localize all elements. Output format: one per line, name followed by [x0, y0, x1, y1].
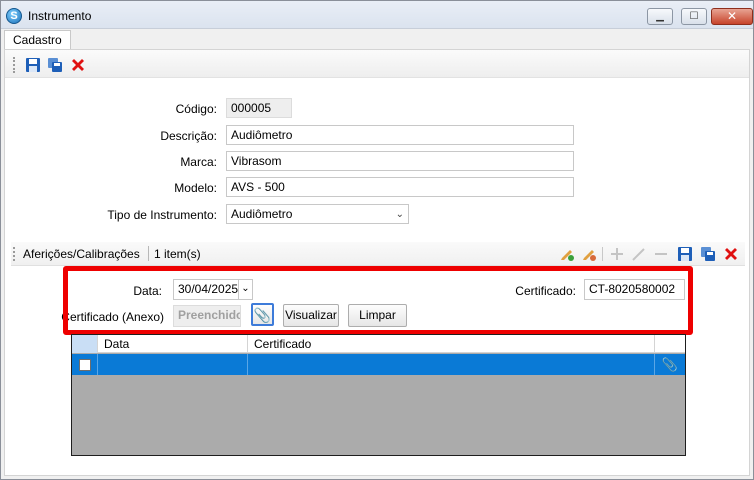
title-bar[interactable]: S Instrumento ▁ ☐ ✕ — [1, 1, 753, 29]
chevron-down-icon: ⌄ — [395, 209, 404, 220]
delete-icon[interactable] — [70, 57, 86, 73]
edit-icon[interactable] — [581, 246, 597, 262]
tab-strip: Cadastro — [1, 29, 753, 50]
tab-cadastro[interactable]: Cadastro — [4, 30, 71, 50]
tipo-instrumento-label: Tipo de Instrumento: — [107, 208, 217, 222]
modelo-field[interactable]: AVS - 500 — [226, 177, 574, 197]
tipo-instrumento-select[interactable]: Audiômetro ⌄ — [226, 204, 409, 224]
section-save-icon[interactable] — [677, 246, 693, 262]
descricao-label: Descrição: — [160, 129, 217, 143]
codigo-field: 000005 — [226, 98, 292, 118]
calibracoes-grid[interactable]: Data Certificado 📎 — [71, 334, 686, 456]
save-copy-icon[interactable] — [47, 57, 63, 73]
column-header-data[interactable]: Data — [98, 335, 248, 353]
window-title: Instrumento — [28, 9, 92, 23]
item-count: 1 item(s) — [154, 247, 201, 261]
main-toolbar — [5, 50, 749, 78]
minimize-button[interactable]: ▁ — [647, 8, 673, 25]
codigo-label: Código: — [175, 102, 217, 116]
highlight-box — [63, 266, 693, 335]
toolbar-grip — [13, 57, 16, 73]
instrumento-window: S Instrumento ▁ ☐ ✕ Cadastro Código: 000… — [0, 0, 754, 480]
remove-icon[interactable] — [653, 246, 669, 262]
tipo-instrumento-value: Audiômetro — [231, 207, 293, 221]
minimize-icon: ▁ — [656, 11, 664, 22]
maximize-button[interactable]: ☐ — [681, 8, 707, 25]
column-header-attachment — [655, 335, 685, 353]
section-save-copy-icon[interactable] — [700, 246, 716, 262]
grid-header: Data Certificado — [72, 335, 685, 353]
column-header-certificado[interactable]: Certificado — [248, 335, 655, 353]
marca-label: Marca: — [180, 155, 217, 169]
add-icon[interactable] — [609, 246, 625, 262]
section-delete-icon[interactable] — [723, 246, 739, 262]
row-select-cell[interactable] — [72, 354, 98, 375]
row-indicator-header — [72, 335, 98, 353]
close-button[interactable]: ✕ — [711, 8, 753, 25]
toolbar-separator — [602, 247, 603, 261]
close-icon: ✕ — [726, 9, 738, 23]
app-logo-icon: S — [6, 8, 22, 24]
descricao-field[interactable]: Audiômetro — [226, 125, 574, 145]
maximize-icon: ☐ — [689, 11, 699, 22]
tab-label: Cadastro — [13, 33, 62, 47]
afericoes-section-bar: Aferições/Calibrações 1 item(s) — [11, 242, 745, 266]
save-icon[interactable] — [25, 57, 41, 73]
section-grip — [13, 247, 16, 261]
pencil-icon[interactable] — [631, 246, 647, 262]
cell-data[interactable] — [98, 354, 248, 375]
section-separator — [148, 246, 149, 261]
row-paperclip-icon[interactable]: 📎 — [655, 354, 685, 375]
table-row[interactable]: 📎 — [72, 354, 685, 375]
row-checkbox[interactable] — [79, 359, 91, 371]
cell-certificado[interactable] — [248, 354, 655, 375]
marca-field[interactable]: Vibrasom — [226, 151, 574, 171]
modelo-label: Modelo: — [174, 181, 217, 195]
section-title: Aferições/Calibrações — [23, 247, 140, 261]
edit-add-icon[interactable] — [559, 246, 575, 262]
